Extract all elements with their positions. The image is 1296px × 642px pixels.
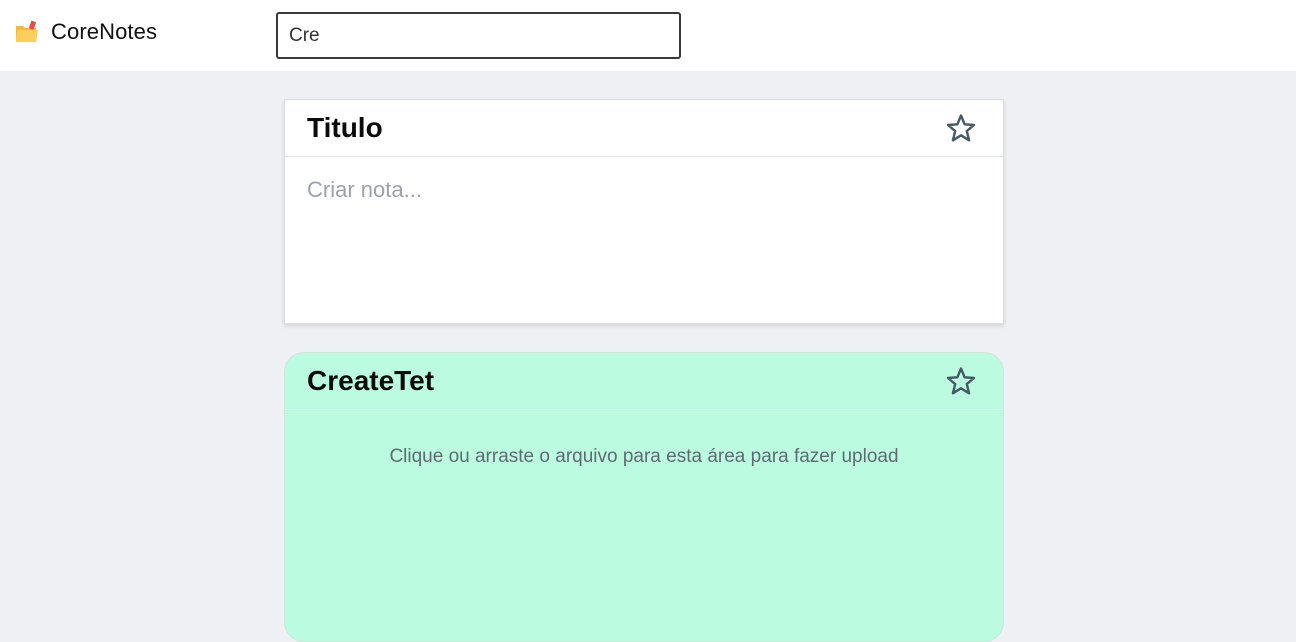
folder-icon: [14, 19, 40, 45]
search-input[interactable]: [276, 12, 681, 59]
new-note-title-input[interactable]: Titulo: [307, 112, 383, 144]
note-title[interactable]: CreateTet: [307, 365, 434, 397]
star-outline-icon[interactable]: [944, 112, 978, 146]
app-name: CoreNotes: [51, 19, 158, 44]
star-outline-icon[interactable]: [944, 365, 978, 399]
top-bar: CoreNotes: [0, 0, 1296, 71]
note-card[interactable]: CreateTet Clique ou arraste o arquivo pa…: [284, 352, 1004, 642]
brand[interactable]: CoreNotes: [14, 18, 157, 46]
note-header: CreateTet: [285, 353, 1003, 410]
upload-dropzone[interactable]: Clique ou arraste o arquivo para esta ár…: [285, 410, 1003, 488]
new-note-body[interactable]: Criar nota...: [285, 157, 1003, 223]
note-body-placeholder[interactable]: Criar nota...: [307, 177, 981, 203]
upload-hint-text: Clique ou arraste o arquivo para esta ár…: [389, 446, 899, 467]
new-note-header: Titulo: [285, 100, 1003, 157]
new-note-card[interactable]: Titulo Criar nota...: [284, 99, 1004, 324]
